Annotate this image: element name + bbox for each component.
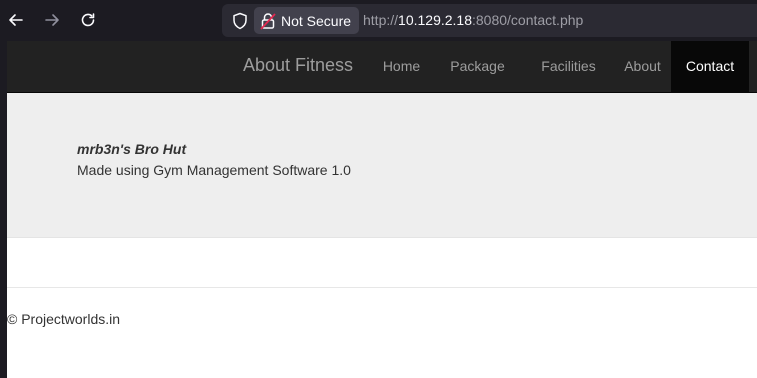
url-text[interactable]: http://10.129.2.18:8080/contact.php	[363, 12, 583, 28]
page-viewport: About Fitness Home Package Facilities Ab…	[7, 41, 757, 378]
arrow-left-icon	[9, 14, 23, 26]
arrow-right-icon	[45, 14, 59, 26]
site-navbar: About Fitness Home Package Facilities Ab…	[7, 41, 757, 93]
gym-name: mrb3n's Bro Hut	[77, 141, 187, 157]
nav-about[interactable]: About	[617, 41, 668, 92]
nav-facilities[interactable]: Facilities	[520, 41, 617, 92]
site-brand[interactable]: About Fitness	[243, 55, 353, 76]
back-button[interactable]	[4, 8, 28, 32]
insecure-lock-icon	[260, 12, 276, 30]
reload-button[interactable]	[76, 8, 100, 32]
software-credit: Made using Gym Management Software 1.0	[77, 162, 351, 178]
nav-home[interactable]: Home	[368, 41, 435, 92]
forward-button[interactable]	[40, 8, 64, 32]
url-host: 10.129.2.18	[398, 12, 472, 28]
footer-divider	[7, 287, 757, 288]
url-prefix: http://	[363, 12, 399, 28]
nav-contact[interactable]: Contact	[671, 41, 749, 92]
shield-icon[interactable]	[230, 11, 250, 31]
nav-package[interactable]: Package	[435, 41, 520, 92]
browser-toolbar: Not Secure http://10.129.2.18:8080/conta…	[0, 0, 757, 41]
url-path: :8080/contact.php	[472, 12, 584, 28]
url-bar[interactable]: Not Secure http://10.129.2.18:8080/conta…	[222, 4, 757, 37]
footer-copyright: © Projectworlds.in	[7, 311, 121, 327]
security-label: Not Secure	[281, 12, 352, 29]
security-indicator[interactable]: Not Secure	[254, 7, 360, 34]
jumbotron: mrb3n's Bro Hut Made using Gym Managemen…	[7, 93, 757, 238]
reload-icon	[81, 13, 95, 27]
